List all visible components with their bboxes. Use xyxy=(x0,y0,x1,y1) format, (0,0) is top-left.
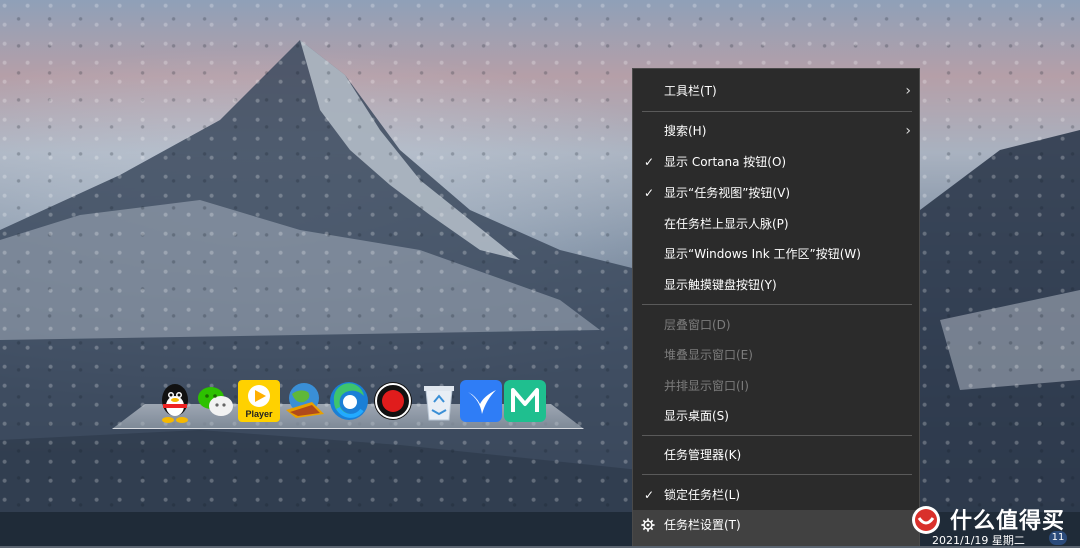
menu-item-search[interactable]: 搜索(H) › xyxy=(633,116,919,146)
menu-item-cascade-windows: 层叠窗口(D) xyxy=(633,310,919,340)
chevron-right-icon: › xyxy=(905,83,911,99)
menu-item-taskbar-settings[interactable]: 任务栏设置(T) xyxy=(633,510,919,546)
gear-icon xyxy=(641,518,655,532)
internet-download-icon[interactable] xyxy=(282,378,328,424)
chevron-right-icon: › xyxy=(905,123,911,139)
menu-item-label: 在任务栏上显示人脉(P) xyxy=(664,217,789,231)
menu-item-show-windows-ink[interactable]: 显示“Windows Ink 工作区”按钮(W) xyxy=(633,239,919,269)
menu-item-show-task-view[interactable]: ✓ 显示“任务视图”按钮(V) xyxy=(633,178,919,208)
menu-item-label: 显示桌面(S) xyxy=(664,409,729,423)
menu-separator xyxy=(642,111,912,112)
recycle-bin-icon[interactable] xyxy=(416,378,462,424)
menu-item-label: 显示触摸键盘按钮(Y) xyxy=(664,278,777,292)
menu-item-label: 搜索(H) xyxy=(664,124,707,138)
menu-item-label: 显示 Cortana 按钮(O) xyxy=(664,155,787,169)
checkmark-icon: ✓ xyxy=(643,186,655,200)
menu-separator xyxy=(642,304,912,305)
menu-item-label: 工具栏(T) xyxy=(664,84,717,98)
checkmark-icon: ✓ xyxy=(643,488,655,502)
checkmark-icon: ✓ xyxy=(643,155,655,169)
record-icon[interactable] xyxy=(370,378,416,424)
menu-item-label: 任务栏设置(T) xyxy=(664,518,741,532)
menu-item-label: 锁定任务栏(L) xyxy=(664,488,741,502)
menu-item-label: 堆叠显示窗口(E) xyxy=(664,348,753,362)
taskbar-context-menu: 工具栏(T) › 搜索(H) › ✓ 显示 Cortana 按钮(O) ✓ 显示… xyxy=(632,68,920,546)
menu-item-show-people[interactable]: 在任务栏上显示人脉(P) xyxy=(633,209,919,239)
wechat-icon[interactable] xyxy=(192,378,238,424)
menu-separator xyxy=(642,474,912,475)
menu-item-toolbars[interactable]: 工具栏(T) › xyxy=(633,76,919,106)
menu-item-lock-taskbar[interactable]: ✓ 锁定任务栏(L) xyxy=(633,480,919,510)
menu-item-label: 显示“任务视图”按钮(V) xyxy=(664,186,791,200)
dock: Player xyxy=(152,378,552,424)
menu-separator xyxy=(642,435,912,436)
feishu-icon[interactable] xyxy=(458,378,504,424)
player-label: Player xyxy=(245,409,273,419)
notification-badge[interactable]: 11 xyxy=(1049,531,1067,545)
menu-item-label: 任务管理器(K) xyxy=(664,448,742,462)
edge-icon[interactable] xyxy=(326,378,372,424)
menu-item-show-cortana[interactable]: ✓ 显示 Cortana 按钮(O) xyxy=(633,147,919,177)
menu-item-task-manager[interactable]: 任务管理器(K) xyxy=(633,440,919,470)
mindmaster-icon[interactable] xyxy=(502,378,548,424)
menu-item-label: 显示“Windows Ink 工作区”按钮(W) xyxy=(664,247,861,261)
menu-item-stack-windows: 堆叠显示窗口(E) xyxy=(633,340,919,370)
menu-item-show-touch-keyboard[interactable]: 显示触摸键盘按钮(Y) xyxy=(633,270,919,300)
menu-item-side-by-side-windows: 并排显示窗口(I) xyxy=(633,371,919,401)
menu-item-show-desktop[interactable]: 显示桌面(S) xyxy=(633,401,919,431)
potplayer-icon[interactable]: Player xyxy=(236,378,282,424)
menu-item-label: 层叠窗口(D) xyxy=(664,318,731,332)
menu-item-label: 并排显示窗口(I) xyxy=(664,379,749,393)
watermark-text: 什么值得买 xyxy=(950,509,1066,534)
